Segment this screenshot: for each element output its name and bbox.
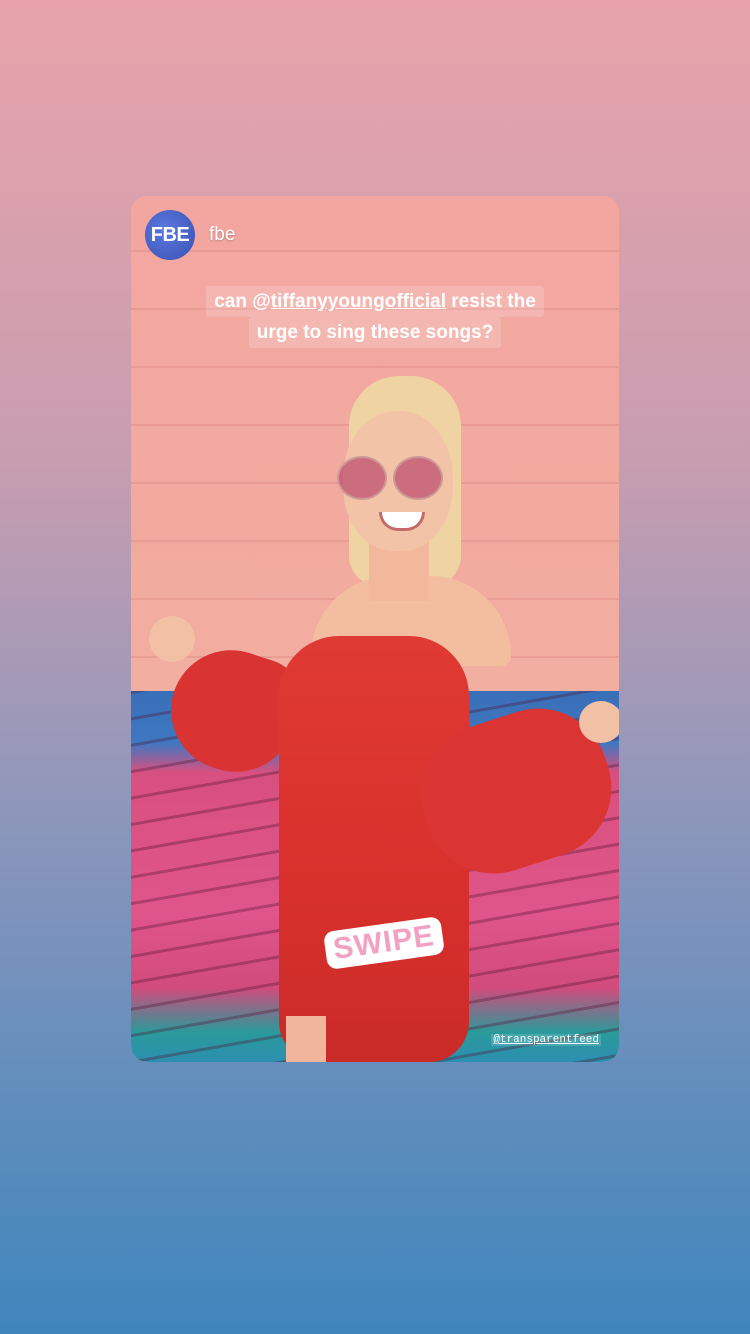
caption-line-2: urge to sing these songs?: [248, 317, 502, 348]
hand-left: [149, 616, 195, 662]
caption-suffix: resist the: [446, 291, 536, 312]
sunglasses-lens-right: [393, 456, 443, 500]
story-card[interactable]: FBE fbe can @tiffanyyoungofficial resist…: [131, 196, 619, 1062]
story-header[interactable]: FBE fbe: [145, 210, 235, 260]
credit-mention[interactable]: @transparentfeed: [491, 1034, 601, 1046]
caption-prefix: can @: [214, 291, 271, 312]
mention-link[interactable]: tiffanyyoungofficial: [271, 291, 446, 312]
hand-right: [579, 701, 619, 743]
leg: [286, 1016, 326, 1062]
account-avatar[interactable]: FBE: [145, 210, 195, 260]
account-username[interactable]: fbe: [209, 224, 235, 246]
caption-line-1: can @tiffanyyoungofficial resist the: [206, 286, 544, 317]
story-caption: can @tiffanyyoungofficial resist the urg…: [151, 286, 599, 348]
sunglasses-lens-left: [337, 456, 387, 500]
